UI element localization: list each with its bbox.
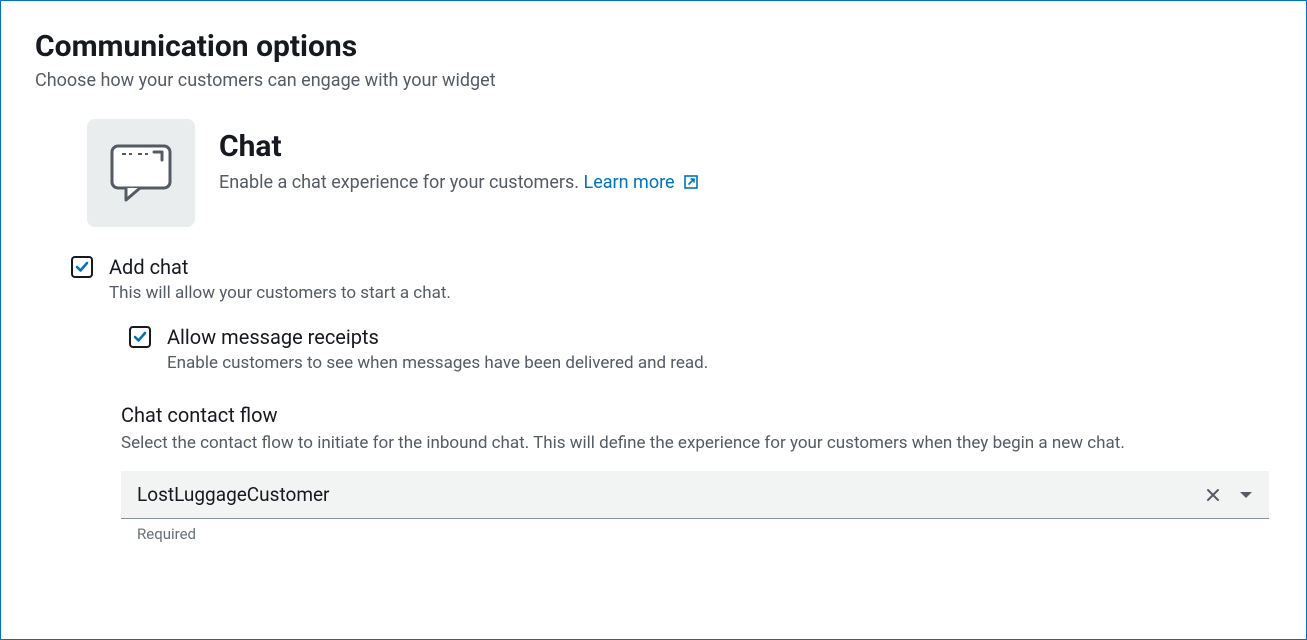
allow-receipts-option: Allow message receipts Enable customers … xyxy=(129,325,1272,373)
allow-receipts-text: Allow message receipts Enable customers … xyxy=(167,325,708,373)
add-chat-label: Add chat xyxy=(109,255,451,279)
contact-flow-select[interactable]: LostLuggageCustomer xyxy=(121,471,1269,519)
learn-more-link[interactable]: Learn more xyxy=(584,172,700,193)
page-subtitle: Choose how your customers can engage wit… xyxy=(35,70,1272,91)
dropdown-caret[interactable] xyxy=(1239,490,1253,500)
page-title: Communication options xyxy=(35,29,1272,64)
contact-flow-selected-value: LostLuggageCustomer xyxy=(137,483,330,506)
checkmark-icon xyxy=(132,329,148,345)
chat-section-title: Chat xyxy=(219,129,699,164)
chevron-down-icon xyxy=(1239,490,1253,500)
clear-selection-button[interactable] xyxy=(1205,487,1221,503)
chat-desc-text: Enable a chat experience for your custom… xyxy=(219,172,579,193)
learn-more-text: Learn more xyxy=(584,172,675,193)
allow-receipts-checkbox[interactable] xyxy=(129,326,151,348)
contact-flow-label: Chat contact flow xyxy=(121,403,1272,427)
contact-flow-select-container: LostLuggageCustomer Required xyxy=(121,471,1272,543)
external-link-icon xyxy=(683,174,699,190)
add-chat-option: Add chat This will allow your customers … xyxy=(71,255,1272,303)
add-chat-text: Add chat This will allow your customers … xyxy=(109,255,451,303)
chat-section-description: Enable a chat experience for your custom… xyxy=(219,172,699,193)
communication-options-panel: Communication options Choose how your cu… xyxy=(0,0,1307,640)
allow-receipts-label: Allow message receipts xyxy=(167,325,708,349)
add-chat-description: This will allow your customers to start … xyxy=(109,283,451,303)
chat-header-text: Chat Enable a chat experience for your c… xyxy=(219,119,699,193)
chat-icon xyxy=(87,119,195,227)
close-icon xyxy=(1205,487,1221,503)
allow-receipts-description: Enable customers to see when messages ha… xyxy=(167,353,708,373)
chat-header: Chat Enable a chat experience for your c… xyxy=(87,119,1272,227)
contact-flow-section: Chat contact flow Select the contact flo… xyxy=(121,403,1272,543)
checkmark-icon xyxy=(74,259,90,275)
contact-flow-description: Select the contact flow to initiate for … xyxy=(121,433,1272,453)
select-actions xyxy=(1205,487,1253,503)
contact-flow-helper: Required xyxy=(137,525,1272,543)
add-chat-checkbox[interactable] xyxy=(71,256,93,278)
